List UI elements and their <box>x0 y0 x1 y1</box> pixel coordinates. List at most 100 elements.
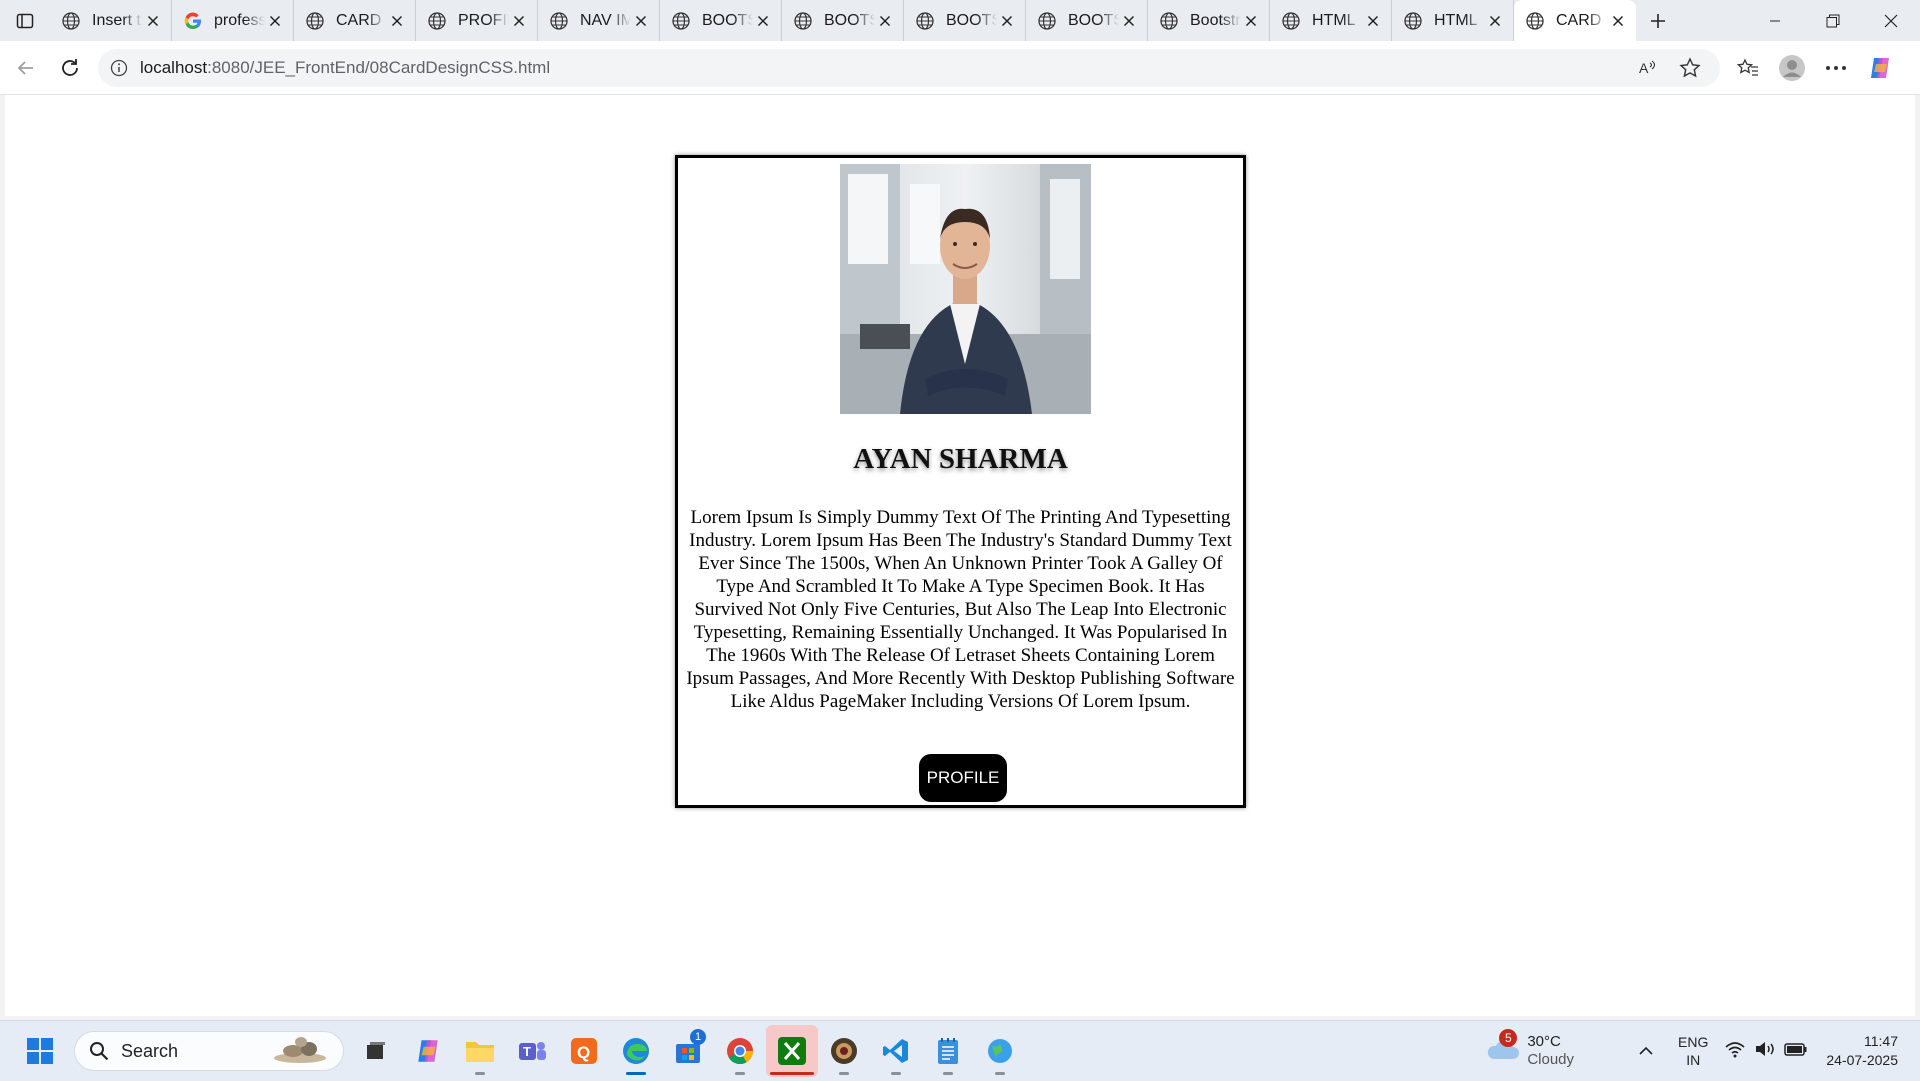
tab-list: Insert t profess CARD D PROFIL NAV IM BOOTS BO… <box>50 0 1636 41</box>
chrome-icon[interactable] <box>714 1025 766 1077</box>
cloud-icon: 5 <box>1485 1029 1523 1065</box>
browser-tab[interactable]: Bootstr <box>1148 0 1270 41</box>
taskbar-search[interactable]: Search <box>74 1031 344 1071</box>
battery-icon[interactable] <box>1784 1041 1808 1061</box>
close-window-button[interactable] <box>1862 0 1920 41</box>
profile-name: AYAN SHARMA <box>853 443 1068 475</box>
browser-tab[interactable]: BOOTS <box>904 0 1026 41</box>
close-tab-icon[interactable] <box>753 11 773 31</box>
language-line2: IN <box>1686 1052 1701 1068</box>
teams-icon[interactable]: T <box>506 1025 558 1077</box>
clock[interactable]: 11:47 24-07-2025 <box>1826 1032 1898 1070</box>
language-line1: ENG <box>1678 1034 1709 1050</box>
weather-condition: Cloudy <box>1527 1051 1575 1068</box>
browser-tab[interactable]: HTML <box>1270 0 1392 41</box>
weather-widget[interactable]: 5 30°C Cloudy <box>1485 1029 1575 1069</box>
close-tab-icon[interactable] <box>143 11 163 31</box>
browser-tab[interactable]: Insert t <box>50 0 172 41</box>
close-tab-icon[interactable] <box>875 11 895 31</box>
svg-text:Q: Q <box>577 1043 590 1062</box>
search-highlight-icon <box>271 1034 329 1068</box>
store-badge: 1 <box>690 1029 706 1045</box>
globe-icon <box>304 10 326 32</box>
globe-icon <box>1402 10 1424 32</box>
close-tab-icon[interactable] <box>1119 11 1139 31</box>
browser-tab[interactable]: NAV IM <box>538 0 660 41</box>
page-viewport: AYAN SHARMA Lorem Ipsum Is Simply Dummy … <box>5 95 1915 1016</box>
browser-tab[interactable]: profess <box>172 0 294 41</box>
browser-tab[interactable]: CARD D <box>294 0 416 41</box>
language-indicator[interactable]: ENG IN <box>1678 1033 1708 1069</box>
google-icon <box>182 10 204 32</box>
globe-icon <box>548 10 570 32</box>
browser-tab[interactable]: CARD D <box>1514 0 1636 41</box>
tab-title: profess <box>214 11 266 29</box>
browser-tab[interactable]: HTML <box>1392 0 1514 41</box>
task-view-icon[interactable] <box>350 1025 402 1077</box>
restore-button[interactable] <box>1804 0 1862 41</box>
minimize-button[interactable] <box>1746 0 1804 41</box>
tab-title: CARD D <box>336 11 387 29</box>
profile-photo <box>840 164 1091 414</box>
volume-icon[interactable] <box>1754 1040 1776 1062</box>
xbox-icon[interactable] <box>766 1025 818 1077</box>
refresh-icon <box>62 58 78 76</box>
browser-tab[interactable]: BOOTS <box>1026 0 1148 41</box>
file-explorer-icon[interactable] <box>454 1025 506 1077</box>
address-bar[interactable]: localhost:8080/JEE_FrontEnd/08CardDesign… <box>98 46 1720 90</box>
browser-tab[interactable]: BOOTS <box>782 0 904 41</box>
close-tab-icon[interactable] <box>509 11 529 31</box>
new-tab-button[interactable] <box>1636 0 1680 41</box>
vscode-icon[interactable] <box>870 1025 922 1077</box>
profile-description: Lorem Ipsum Is Simply Dummy Text Of The … <box>686 507 1235 712</box>
url-text[interactable]: localhost:8080/JEE_FrontEnd/08CardDesign… <box>140 58 550 78</box>
close-tab-icon[interactable] <box>1485 11 1505 31</box>
clock-date: 24-07-2025 <box>1826 1052 1898 1068</box>
store-icon[interactable]: 1 <box>662 1025 714 1077</box>
tab-title: HTML <box>1312 11 1356 29</box>
close-tab-icon[interactable] <box>1241 11 1261 31</box>
refresh-button[interactable] <box>48 46 92 90</box>
close-tab-icon[interactable] <box>997 11 1017 31</box>
globe-icon <box>60 10 82 32</box>
plus-icon <box>1651 13 1665 28</box>
close-tab-icon[interactable] <box>631 11 651 31</box>
tab-title: BOOTS <box>1068 11 1120 29</box>
globe-icon <box>1524 10 1546 32</box>
search-icon <box>90 1042 109 1061</box>
weather-temp: 30°C <box>1527 1033 1561 1050</box>
tab-title: PROFIL <box>458 11 509 29</box>
wifi-icon[interactable] <box>1724 1040 1746 1062</box>
taskbar: Search T Q 1 5 30°C Cloudy ENG IN 11:47 … <box>0 1020 1920 1081</box>
profile-button[interactable]: PROFILE <box>919 754 1007 802</box>
more-options-icon[interactable] <box>1814 46 1858 90</box>
copilot-taskbar-icon[interactable] <box>402 1025 454 1077</box>
close-tab-icon[interactable] <box>265 11 285 31</box>
notepad-icon[interactable] <box>922 1025 974 1077</box>
close-tab-icon[interactable] <box>387 11 407 31</box>
edge-icon[interactable] <box>610 1025 662 1077</box>
browser-tab[interactable]: PROFIL <box>416 0 538 41</box>
clock-time: 11:47 <box>1864 1033 1898 1049</box>
tab-title: BOOTS <box>946 11 998 29</box>
network-globe-icon[interactable] <box>974 1025 1026 1077</box>
info-icon[interactable] <box>110 59 128 77</box>
tab-title: NAV IM <box>580 11 632 29</box>
search-label: Search <box>121 1040 179 1061</box>
sidebar-toggle-icon[interactable] <box>0 0 50 41</box>
favorite-star-icon[interactable] <box>1672 46 1708 90</box>
profile-card: AYAN SHARMA Lorem Ipsum Is Simply Dummy … <box>675 155 1246 808</box>
start-button[interactable] <box>14 1025 66 1077</box>
favorites-icon[interactable] <box>1726 46 1770 90</box>
profile-avatar-icon[interactable] <box>1770 46 1814 90</box>
back-button[interactable] <box>4 46 48 90</box>
app-emblem-icon[interactable] <box>818 1025 870 1077</box>
copilot-icon[interactable] <box>1858 46 1902 90</box>
quick-app-icon[interactable]: Q <box>558 1025 610 1077</box>
globe-icon <box>1280 10 1302 32</box>
close-tab-icon[interactable] <box>1363 11 1383 31</box>
close-tab-icon[interactable] <box>1608 11 1628 31</box>
show-hidden-icons-chevron-icon[interactable] <box>1634 1046 1658 1056</box>
read-aloud-icon[interactable]: A <box>1630 46 1666 90</box>
browser-tab[interactable]: BOOTS <box>660 0 782 41</box>
